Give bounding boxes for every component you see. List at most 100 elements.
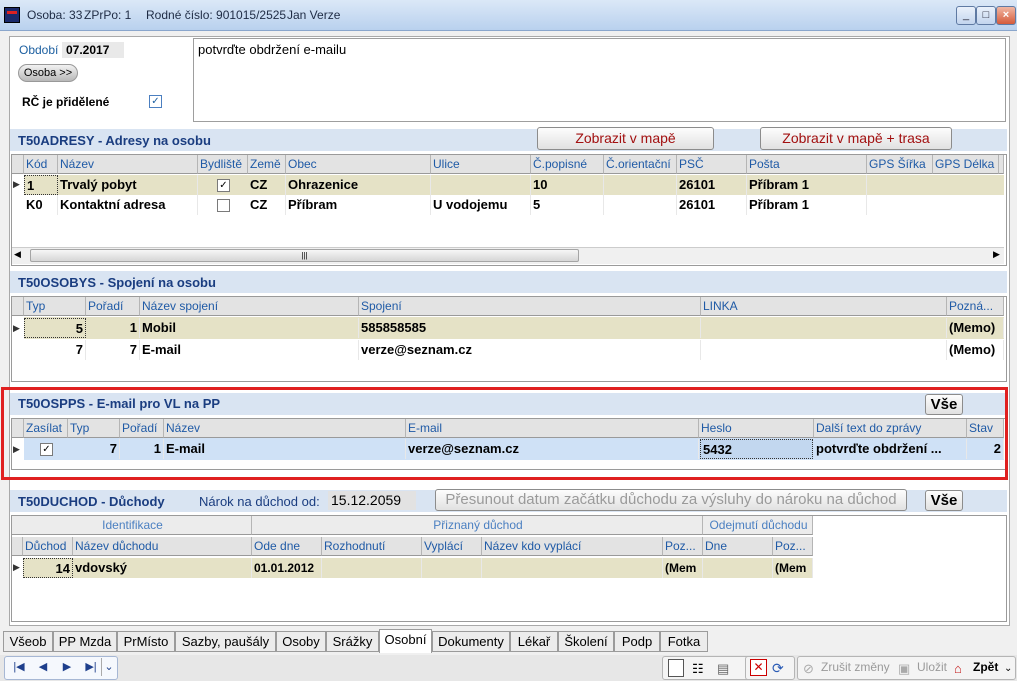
adresy-col-zeme[interactable]: Země xyxy=(248,155,286,174)
osobys-cell-pozn[interactable]: (Memo) xyxy=(947,318,1004,338)
duchod-col-poz2[interactable]: Poz... xyxy=(773,537,813,556)
osobys-col-poradi[interactable]: Pořadí xyxy=(86,297,140,316)
duchod-col-dne[interactable]: Dne xyxy=(703,537,773,556)
show-map-route-button[interactable]: Zobrazit v mapě + trasa xyxy=(760,127,952,150)
minimize-icon[interactable]: _ xyxy=(956,6,976,25)
osobys-cell-typ[interactable]: 7 xyxy=(24,340,86,360)
new-document-icon[interactable] xyxy=(668,659,684,677)
adresy-cell-nazev[interactable]: Trvalý pobyt xyxy=(58,175,198,195)
adresy-col-popisne[interactable]: Č.popisné xyxy=(531,155,604,174)
duchod-cell-nazev[interactable]: vdovský xyxy=(73,558,252,578)
adresy-cell-ulice[interactable] xyxy=(431,175,531,195)
adresy-cell-zeme[interactable]: CZ xyxy=(248,175,286,195)
duchod-col-duchod[interactable]: Důchod xyxy=(23,537,73,556)
duchod-col-kdo[interactable]: Název kdo vyplácí xyxy=(482,537,663,556)
adresy-cell-posta[interactable]: Příbram 1 xyxy=(747,175,867,195)
tab-dokumenty[interactable]: Dokumenty xyxy=(432,631,510,652)
osobys-col-nazev[interactable]: Název spojení xyxy=(140,297,359,316)
osobys-cell-nazev[interactable]: Mobil xyxy=(140,318,359,338)
duchod-cell-poz[interactable]: (Mem xyxy=(663,558,703,578)
tab-podp[interactable]: Podp xyxy=(614,631,660,652)
osobys-cell-pozn[interactable]: (Memo) xyxy=(947,340,1004,360)
tab-fotka[interactable]: Fotka xyxy=(660,631,708,652)
adresy-cell-psc[interactable]: 26101 xyxy=(677,175,747,195)
move-date-button[interactable]: Přesunout datum začátku důchodu za výslu… xyxy=(435,489,907,511)
toolbar-dropdown-icon[interactable]: ⌄ xyxy=(1004,659,1014,678)
adresy-cell-obec[interactable]: Příbram xyxy=(286,195,431,215)
duchod-col-ode[interactable]: Ode dne xyxy=(252,537,322,556)
back-button[interactable]: Zpět xyxy=(973,658,998,677)
show-map-button[interactable]: Zobrazit v mapě xyxy=(537,127,714,150)
duchod-cell-vyplaci[interactable] xyxy=(422,558,482,578)
osobys-col-linka[interactable]: LINKA xyxy=(701,297,947,316)
tab-osobni[interactable]: Osobní xyxy=(379,629,432,653)
first-record-icon[interactable]: |◀ xyxy=(9,658,29,676)
tab-lekar[interactable]: Lékař xyxy=(510,631,558,652)
edit-list-icon[interactable]: ☷ xyxy=(692,659,708,676)
tab-vseob[interactable]: Všeob xyxy=(3,631,53,652)
obdobi-value[interactable]: 07.2017 xyxy=(62,42,124,58)
adresy-cell-zeme[interactable]: CZ xyxy=(248,195,286,215)
adresy-col-obec[interactable]: Obec xyxy=(286,155,431,174)
tab-pp-mzda[interactable]: PP Mzda xyxy=(53,631,117,652)
duchod-cell-ode[interactable]: 01.01.2012 xyxy=(252,558,322,578)
adresy-cell-popisne[interactable]: 5 xyxy=(531,195,604,215)
tab-skoleni[interactable]: Školení xyxy=(558,631,614,652)
duchod-col-poz[interactable]: Poz... xyxy=(663,537,703,556)
osobys-cell-poradi[interactable]: 1 xyxy=(86,318,140,338)
memo-field[interactable]: potvrďte obdržení e-mailu xyxy=(193,38,1006,122)
maximize-icon[interactable]: □ xyxy=(976,6,996,25)
osobys-cell-linka[interactable] xyxy=(701,340,947,360)
duchod-cell-duchod[interactable]: 14 xyxy=(23,558,73,578)
adresy-cell-kod[interactable]: K0 xyxy=(24,195,58,215)
scroll-right-icon[interactable]: ▶ xyxy=(993,249,1000,260)
osobys-cell-typ[interactable]: 5 xyxy=(24,318,86,338)
print-icon[interactable]: ▤ xyxy=(717,659,733,676)
duchod-cell-poz2[interactable]: (Mem xyxy=(773,558,813,578)
refresh-icon[interactable]: ⟳ xyxy=(772,659,788,676)
adresy-col-gps-delka[interactable]: GPS Délka xyxy=(933,155,999,174)
navigator-dropdown-icon[interactable]: ⌄ xyxy=(101,658,116,676)
adresy-col-gps-sirka[interactable]: GPS Šířka xyxy=(867,155,933,174)
prev-record-icon[interactable]: ◀ xyxy=(33,658,53,676)
adresy-cell-orientacni[interactable] xyxy=(604,175,677,195)
osobys-cell-spojeni[interactable]: verze@seznam.cz xyxy=(359,340,701,360)
next-record-icon[interactable]: ▶ xyxy=(57,658,77,676)
narok-value[interactable]: 15.12.2059 xyxy=(328,491,416,510)
delete-icon[interactable]: ✕ xyxy=(750,659,767,676)
adresy-cell-nazev[interactable]: Kontaktní adresa xyxy=(58,195,198,215)
osobys-cell-linka[interactable] xyxy=(701,318,947,338)
adresy-col-ulice[interactable]: Ulice xyxy=(431,155,531,174)
adresy-col-bydliste[interactable]: Bydliště xyxy=(198,155,248,174)
duchod-all-button[interactable]: Vše xyxy=(925,490,963,511)
osoba-button[interactable]: Osoba >> xyxy=(18,64,78,82)
close-icon[interactable]: × xyxy=(996,6,1016,25)
cancel-changes-button[interactable]: Zrušit změny xyxy=(821,658,890,677)
adresy-col-kod[interactable]: Kód xyxy=(24,155,58,174)
duchod-cell-rozhodnuti[interactable] xyxy=(322,558,422,578)
adresy-cell-popisne[interactable]: 10 xyxy=(531,175,604,195)
adresy-col-nazev[interactable]: Název xyxy=(58,155,198,174)
duchod-cell-dne[interactable] xyxy=(703,558,773,578)
duchod-col-vyplaci[interactable]: Vyplácí xyxy=(422,537,482,556)
osobys-cell-spojeni[interactable]: 585858585 xyxy=(359,318,701,338)
adresy-cell-bydliste[interactable]: ✓ xyxy=(217,179,230,192)
last-record-icon[interactable]: ▶| xyxy=(81,658,101,676)
osobys-cell-nazev[interactable]: E-mail xyxy=(140,340,359,360)
adresy-col-posta[interactable]: Pošta xyxy=(747,155,867,174)
osobys-cell-poradi[interactable]: 7 xyxy=(86,340,140,360)
scroll-thumb[interactable]: ||| xyxy=(30,249,579,262)
adresy-cell-obec[interactable]: Ohrazenice xyxy=(286,175,431,195)
adresy-cell-kod[interactable]: 1 xyxy=(24,175,58,195)
adresy-cell-bydliste[interactable] xyxy=(217,199,230,212)
tab-osoby[interactable]: Osoby xyxy=(276,631,326,652)
rc-checkbox[interactable]: ✓ xyxy=(149,95,162,108)
duchod-col-nazev[interactable]: Název důchodu xyxy=(73,537,252,556)
adresy-col-orientacni[interactable]: Č.orientační xyxy=(604,155,677,174)
adresy-col-psc[interactable]: PSČ xyxy=(677,155,747,174)
duchod-cell-kdo[interactable] xyxy=(482,558,663,578)
save-button[interactable]: Uložit xyxy=(917,658,947,677)
adresy-cell-posta[interactable]: Příbram 1 xyxy=(747,195,867,215)
adresy-cell-ulice[interactable]: U vodojemu xyxy=(431,195,531,215)
osobys-col-typ[interactable]: Typ xyxy=(24,297,86,316)
